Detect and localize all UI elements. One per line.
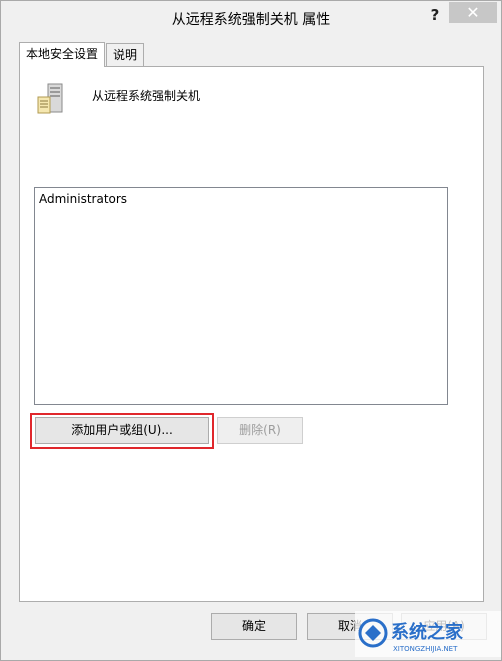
server-icon: [37, 83, 63, 114]
watermark-subtext: XITONGZHIJIA.NET: [393, 645, 458, 653]
properties-dialog: 从远程系统强制关机 属性 ? ✕ 本地安全设置 说明 从远程系统强制关机 Adm…: [0, 0, 502, 661]
close-button[interactable]: ✕: [449, 2, 497, 23]
apply-button[interactable]: 应用(A): [401, 613, 487, 640]
policy-name: 从远程系统强制关机: [92, 89, 201, 103]
close-icon: ✕: [466, 3, 480, 22]
ok-button[interactable]: 确定: [211, 613, 297, 640]
cancel-button[interactable]: 取消: [307, 613, 393, 640]
tab-panel: 从远程系统强制关机 Administrators 添加用户或组(U)... 删除…: [19, 66, 484, 602]
tab-local-security-setting[interactable]: 本地安全设置: [19, 42, 106, 67]
title-bar: 从远程系统强制关机 属性 ? ✕: [1, 1, 501, 35]
tab-explain[interactable]: 说明: [106, 43, 145, 66]
help-button[interactable]: ?: [421, 4, 449, 26]
members-listbox[interactable]: Administrators: [34, 187, 448, 405]
add-user-or-group-button[interactable]: 添加用户或组(U)...: [35, 417, 209, 444]
list-item[interactable]: Administrators: [35, 188, 447, 210]
remove-button[interactable]: 删除(R): [217, 417, 303, 444]
